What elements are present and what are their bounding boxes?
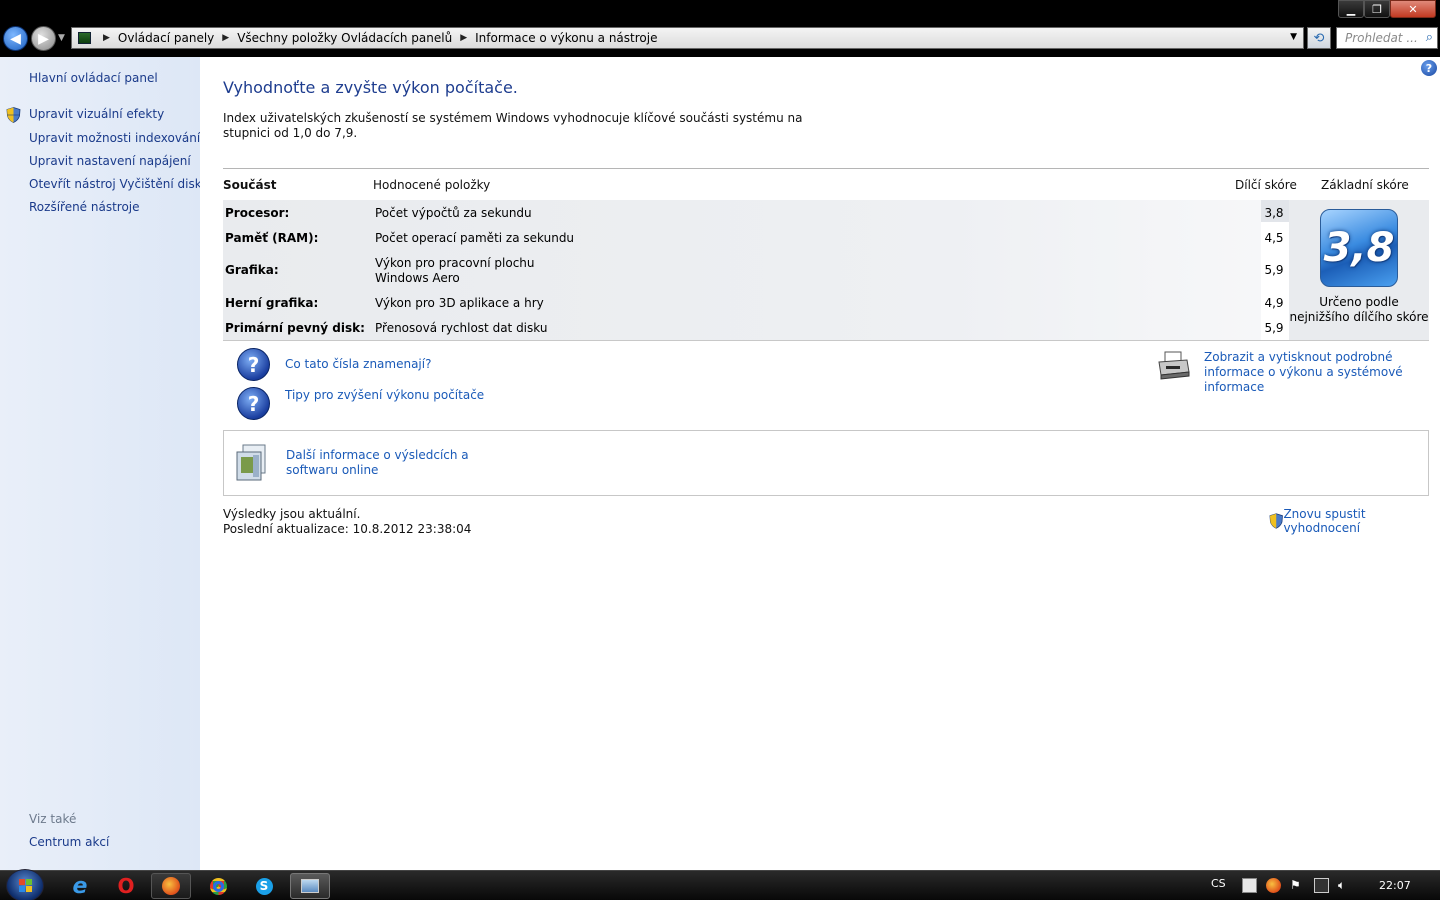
minimize-button[interactable]: ▁	[1338, 0, 1364, 18]
base-score-caption: Určeno podle nejnižšího dílčího skóre	[1289, 295, 1429, 324]
back-arrow-icon: ◀	[10, 30, 21, 47]
title-address-bar: ▁ ❐ ✕ ◀ ▶ ▼ ▶ Ovládací panely ▶ Všechny …	[0, 0, 1440, 57]
see-also-heading: Viz také	[29, 812, 77, 826]
intro-text: Index uživatelských zkušeností se systém…	[223, 111, 803, 140]
address-bar[interactable]: ▶ Ovládací panely ▶ Všechny položky Ovlá…	[71, 27, 1304, 49]
breadcrumb-control-panel[interactable]: Ovládací panely	[118, 31, 214, 45]
sidebar-item-indexing[interactable]: Upravit možnosti indexování	[29, 131, 200, 145]
sidebar-item-home[interactable]: Hlavní ovládací panel	[29, 71, 158, 85]
row-component: Grafika:	[225, 263, 279, 277]
sidebar: Hlavní ovládací panel Upravit vizuální e…	[0, 57, 209, 870]
rerun-assessment-label: Znovu spustit vyhodnocení	[1283, 507, 1366, 535]
row-subscore: 5,9	[1264, 263, 1284, 277]
taskbar-chrome[interactable]	[198, 873, 238, 899]
back-button[interactable]: ◀	[3, 26, 28, 51]
control-panel-window-icon	[301, 879, 319, 893]
performance-tips-link[interactable]: Tipy pro zvýšení výkonu počítače	[285, 388, 484, 403]
refresh-icon: ⟲	[1313, 30, 1325, 46]
forward-arrow-icon: ▶	[38, 30, 49, 47]
row-component: Procesor:	[225, 206, 290, 220]
help-icon[interactable]: ?	[1421, 60, 1437, 76]
breadcrumb-separator-icon[interactable]: ▶	[222, 33, 229, 43]
row-item: Výkon pro pracovní plochu Windows Aero	[375, 256, 535, 285]
action-center-flag-icon[interactable]: ⚑	[1290, 878, 1305, 893]
close-button[interactable]: ✕	[1390, 0, 1436, 18]
sidebar-item-power[interactable]: Upravit nastavení napájení	[29, 154, 191, 168]
row-subscore: 3,8	[1264, 206, 1284, 220]
firefox-icon	[162, 877, 180, 895]
header-component: Součást	[223, 178, 277, 192]
software-info-icon	[236, 444, 266, 481]
sidebar-item-visual-effects[interactable]: Upravit vizuální efekty	[29, 107, 164, 121]
row-subscore: 4,5	[1264, 231, 1284, 245]
address-dropdown-icon[interactable]: ▼	[1290, 32, 1297, 42]
breadcrumb-separator-icon[interactable]: ▶	[103, 33, 110, 43]
windows-logo-icon	[19, 879, 32, 892]
forward-button[interactable]: ▶	[31, 26, 56, 51]
recent-pages-dropdown[interactable]: ▼	[58, 33, 65, 43]
taskbar-control-panel[interactable]	[290, 873, 330, 899]
header-base-score: Základní skóre	[1321, 178, 1409, 192]
status-last-update: Poslední aktualizace: 10.8.2012 23:38:04	[223, 522, 472, 536]
maximize-button[interactable]: ❐	[1364, 0, 1390, 18]
breadcrumb-separator-icon[interactable]: ▶	[460, 33, 467, 43]
sidebar-item-advanced-tools[interactable]: Rozšířené nástroje	[29, 200, 140, 214]
mail-tray-icon[interactable]	[1242, 878, 1257, 893]
taskbar-skype[interactable]: S	[244, 873, 284, 899]
volume-icon[interactable]: 🔈︎	[1338, 878, 1353, 893]
header-rated-items: Hodnocené položky	[373, 178, 491, 192]
firefox-tray-icon[interactable]	[1266, 878, 1281, 893]
base-score-badge: 3,8	[1320, 209, 1398, 287]
window-controls: ▁ ❐ ✕	[1338, 0, 1436, 18]
sidebar-item-action-center[interactable]: Centrum akcí	[29, 835, 109, 849]
row-item: Přenosová rychlost dat disku	[375, 321, 548, 335]
language-indicator[interactable]: CS	[1211, 877, 1226, 890]
uac-shield-icon	[1269, 513, 1283, 529]
refresh-button[interactable]: ⟲	[1307, 27, 1331, 49]
row-component: Paměť (RAM):	[225, 231, 319, 245]
control-panel-icon	[78, 32, 91, 44]
printer-icon	[1158, 351, 1190, 380]
row-item: Počet výpočtů za sekundu	[375, 206, 532, 220]
start-button[interactable]	[6, 869, 44, 900]
row-component: Primární pevný disk:	[225, 321, 365, 335]
row-item: Počet operací paměti za sekundu	[375, 231, 575, 245]
clock[interactable]: 22:07	[1379, 879, 1411, 892]
row-item: Výkon pro 3D aplikace a hry	[375, 296, 544, 310]
search-input[interactable]: Prohledat ... ⌕	[1336, 27, 1438, 49]
internet-explorer-icon: e	[72, 873, 88, 899]
score-table: Procesor: Počet výpočtů za sekundu 3,8 P…	[223, 200, 1429, 341]
breadcrumb-performance[interactable]: Informace o výkonu a nástroje	[475, 31, 657, 45]
table-divider	[223, 168, 1429, 169]
row-subscore: 5,9	[1264, 321, 1284, 335]
row-subscore: 4,9	[1264, 296, 1284, 310]
sidebar-item-disk-cleanup[interactable]: Otevřít nástroj Vyčištění disku	[29, 177, 209, 191]
breadcrumb-all-items[interactable]: Všechny položky Ovládacích panelů	[237, 31, 452, 45]
network-icon[interactable]	[1314, 878, 1329, 893]
more-info-box: Další informace o výsledcích a softwaru …	[223, 430, 1429, 496]
taskbar-opera[interactable]: O	[106, 873, 146, 899]
taskbar-firefox[interactable]	[151, 873, 191, 899]
skype-icon: S	[255, 877, 273, 895]
header-subscore: Dílčí skóre	[1235, 178, 1297, 192]
status-current: Výsledky jsou aktuální.	[223, 507, 361, 521]
question-icon: ?	[237, 387, 270, 420]
question-icon: ?	[237, 348, 270, 381]
taskbar: e O S CS ⚑ 🔈︎ 22:07	[0, 869, 1440, 900]
opera-icon: O	[117, 874, 135, 898]
taskbar-internet-explorer[interactable]: e	[60, 873, 100, 899]
more-info-online-link[interactable]: Další informace o výsledcích a softwaru …	[286, 448, 516, 478]
row-component: Herní grafika:	[225, 296, 319, 310]
search-icon[interactable]: ⌕	[1426, 30, 1433, 45]
rerun-assessment-link[interactable]: Znovu spustit vyhodnocení	[1269, 507, 1440, 535]
chrome-icon	[209, 877, 227, 895]
uac-shield-icon	[6, 107, 21, 123]
what-numbers-mean-link[interactable]: Co tato čísla znamenají?	[285, 357, 431, 372]
search-placeholder: Prohledat ...	[1345, 31, 1418, 45]
page-title: Vyhodnoťte a zvyšte výkon počítače.	[223, 78, 518, 97]
print-details-link[interactable]: Zobrazit a vytisknout podrobné informace…	[1204, 350, 1434, 395]
main-content: ? Vyhodnoťte a zvyšte výkon počítače. In…	[200, 57, 1440, 870]
